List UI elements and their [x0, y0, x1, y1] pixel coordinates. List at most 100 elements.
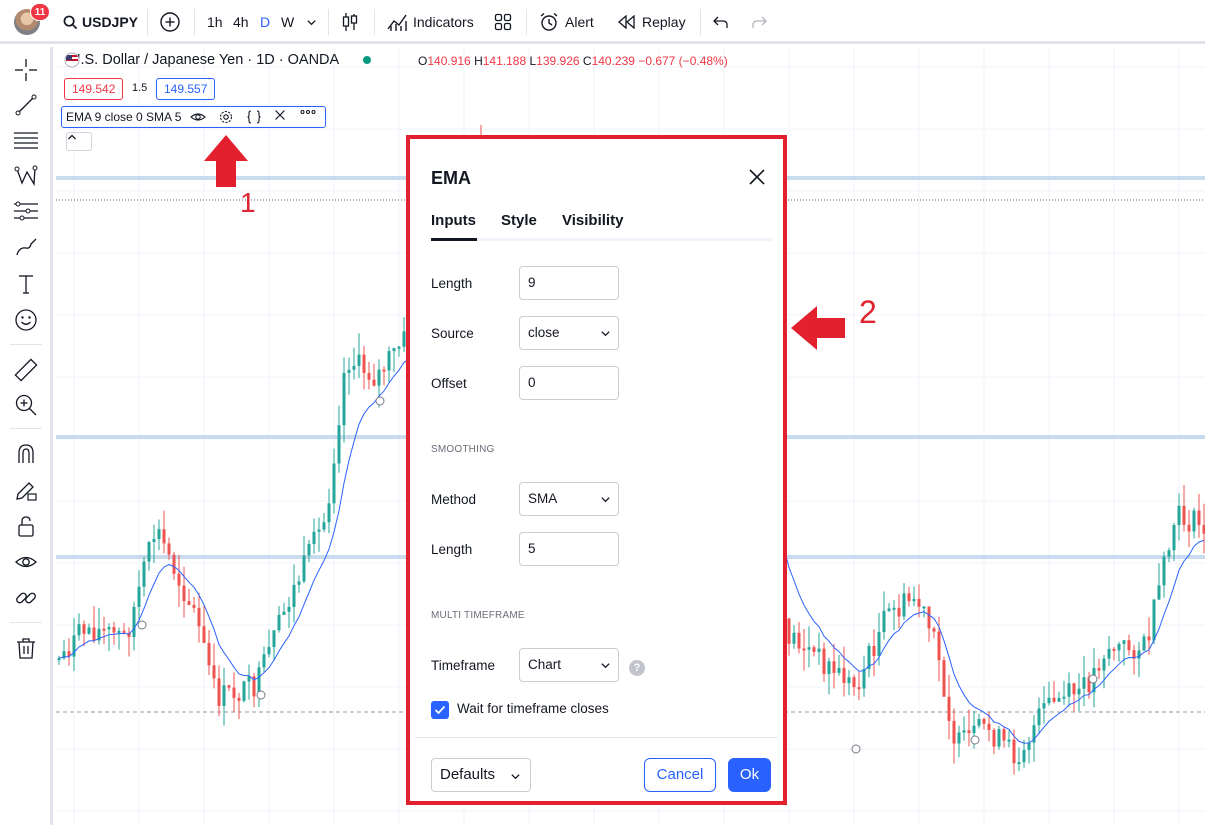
method-label: Method — [431, 492, 477, 507]
layouts-button[interactable] — [494, 0, 512, 44]
interval-w[interactable]: W — [281, 0, 294, 44]
wait-for-timeframe-checkbox[interactable] — [431, 701, 449, 719]
candle-body — [237, 697, 241, 701]
candle-body — [1017, 762, 1021, 765]
grid-layout-icon — [494, 13, 512, 31]
interval-dropdown[interactable] — [306, 0, 317, 44]
collapse-legend-button[interactable] — [66, 132, 92, 151]
dialog-close-button[interactable] — [746, 166, 768, 188]
lock-all-drawings-tool[interactable] — [13, 513, 39, 539]
replay-button[interactable]: Replay — [618, 0, 686, 44]
candle-body — [122, 630, 126, 633]
alarm-clock-icon — [540, 12, 558, 31]
candle-body — [1112, 648, 1116, 651]
timeframe-value: Chart — [528, 657, 562, 672]
timeframe-select[interactable]: Chart — [519, 648, 619, 682]
redo-button[interactable] — [751, 0, 767, 44]
annotation-label-2: 2 — [859, 294, 877, 330]
ema-marker — [1088, 674, 1098, 684]
buy-button[interactable]: 149.557 — [156, 78, 216, 100]
lock-drawings-edit-tool[interactable] — [13, 477, 39, 503]
candle-body — [902, 593, 906, 617]
candle-body — [1057, 697, 1061, 702]
candle-body — [202, 626, 206, 643]
horizontal-lines-icon — [14, 132, 38, 149]
smoothing-length-label: Length — [431, 542, 473, 557]
pattern-tool[interactable] — [13, 163, 39, 189]
sell-button[interactable]: 149.542 — [64, 78, 124, 100]
tab-inputs[interactable]: Inputs — [431, 212, 476, 229]
emoji-tool[interactable] — [13, 307, 39, 333]
brush-tool[interactable] — [13, 234, 39, 260]
smoothing-length-input[interactable]: 5 — [519, 532, 619, 566]
candle-body — [952, 720, 956, 744]
chart-type-button[interactable] — [341, 0, 359, 44]
ok-button[interactable]: Ok — [728, 758, 771, 792]
link-tool[interactable] — [13, 585, 39, 611]
remove-drawings-tool[interactable] — [13, 635, 39, 661]
candle-body — [322, 522, 326, 530]
symbol-search-button[interactable]: USDJPY — [63, 0, 138, 44]
more-options-button[interactable] — [300, 109, 318, 127]
interval-d[interactable]: D — [260, 0, 270, 44]
candle-body — [297, 581, 301, 585]
candle-body — [262, 654, 266, 668]
candle-body — [817, 648, 821, 652]
candle-body — [177, 573, 181, 586]
wait-for-timeframe-label[interactable]: Wait for timeframe closes — [457, 701, 609, 716]
indicators-button[interactable]: Indicators — [387, 0, 474, 44]
candle-body — [872, 645, 876, 656]
magnet-tool[interactable] — [13, 441, 39, 467]
interval-4h[interactable]: 4h — [233, 0, 249, 44]
candle-body — [307, 544, 311, 556]
defaults-button[interactable]: Defaults — [431, 758, 531, 792]
symbol-legend: U.S. Dollar / Japanese Yen · 1D · OANDA — [64, 52, 372, 68]
candle-body — [807, 647, 811, 650]
remove-indicator-button[interactable] — [274, 109, 292, 127]
candle-body — [172, 554, 176, 574]
method-select[interactable]: SMA — [519, 482, 619, 516]
compare-add-symbol-button[interactable] — [159, 0, 181, 44]
help-icon[interactable]: ? — [629, 660, 645, 676]
indicator-settings-button[interactable] — [218, 109, 236, 127]
candle-body — [397, 346, 401, 349]
trend-line-tool[interactable] — [13, 92, 39, 118]
indicator-legend-row[interactable]: EMA 9 close 0 SMA 5 — [61, 106, 326, 128]
method-value: SMA — [528, 491, 558, 506]
candle-body — [147, 542, 151, 562]
undo-button[interactable] — [713, 0, 729, 44]
candle-body — [352, 365, 356, 370]
fib-tool[interactable] — [13, 127, 39, 153]
zoom-tool[interactable] — [13, 392, 39, 418]
candle-body — [267, 647, 271, 655]
candle-body — [77, 624, 81, 636]
cancel-button[interactable]: Cancel — [644, 758, 716, 792]
tab-visibility[interactable]: Visibility — [562, 212, 623, 229]
annotation-arrow-left — [791, 306, 845, 350]
candle-body — [812, 647, 816, 652]
symbol-title[interactable]: U.S. Dollar / Japanese Yen · 1D · OANDA — [70, 52, 339, 68]
source-code-icon[interactable] — [246, 109, 264, 127]
candle-body — [792, 632, 796, 644]
candle-body — [362, 354, 366, 373]
length-input[interactable]: 9 — [519, 266, 619, 300]
indicator-visibility-button[interactable] — [190, 109, 208, 127]
alert-button[interactable]: Alert — [539, 0, 594, 44]
ema-line — [758, 403, 1205, 744]
source-select[interactable]: close — [519, 316, 619, 350]
measure-tool[interactable] — [13, 357, 39, 383]
tab-style[interactable]: Style — [501, 212, 537, 229]
close-icon — [275, 110, 285, 120]
candle-body — [1192, 510, 1196, 532]
candle-body — [377, 369, 381, 386]
candle-body — [1187, 524, 1191, 532]
plus-circle-icon — [160, 12, 180, 32]
hide-drawings-tool[interactable] — [13, 549, 39, 575]
text-tool[interactable] — [13, 271, 39, 297]
candle-body — [227, 685, 231, 688]
candle-body — [1127, 640, 1131, 651]
interval-1h[interactable]: 1h — [207, 0, 223, 44]
offset-input[interactable]: 0 — [519, 366, 619, 400]
prediction-tool[interactable] — [13, 198, 39, 224]
crosshair-tool[interactable] — [13, 57, 39, 83]
